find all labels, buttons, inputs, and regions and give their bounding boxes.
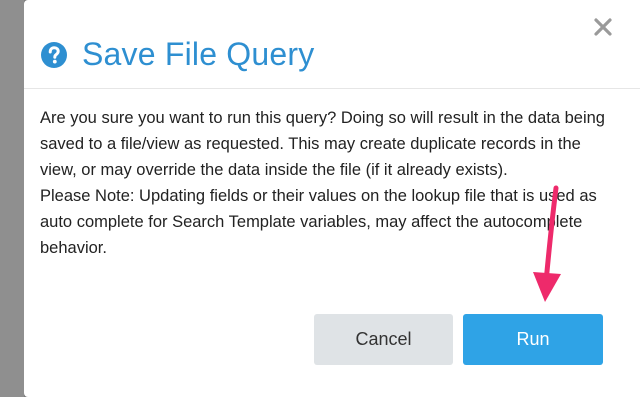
dialog-body: Are you sure you want to run this query?… — [40, 105, 610, 261]
cancel-button[interactable]: Cancel — [314, 314, 453, 365]
save-file-query-dialog: Save File Query Are you sure you want to… — [24, 0, 640, 397]
note-message: Please Note: Updating fields or their va… — [40, 187, 597, 257]
dialog-header: Save File Query — [40, 36, 314, 73]
page-backdrop-edge — [0, 0, 24, 397]
dialog-title: Save File Query — [82, 36, 315, 72]
header-divider — [24, 88, 640, 89]
confirmation-message: Are you sure you want to run this query?… — [40, 109, 605, 179]
help-circle-icon — [41, 41, 67, 68]
run-button[interactable]: Run — [463, 314, 603, 365]
close-icon — [594, 18, 612, 36]
close-button[interactable] — [590, 14, 616, 40]
